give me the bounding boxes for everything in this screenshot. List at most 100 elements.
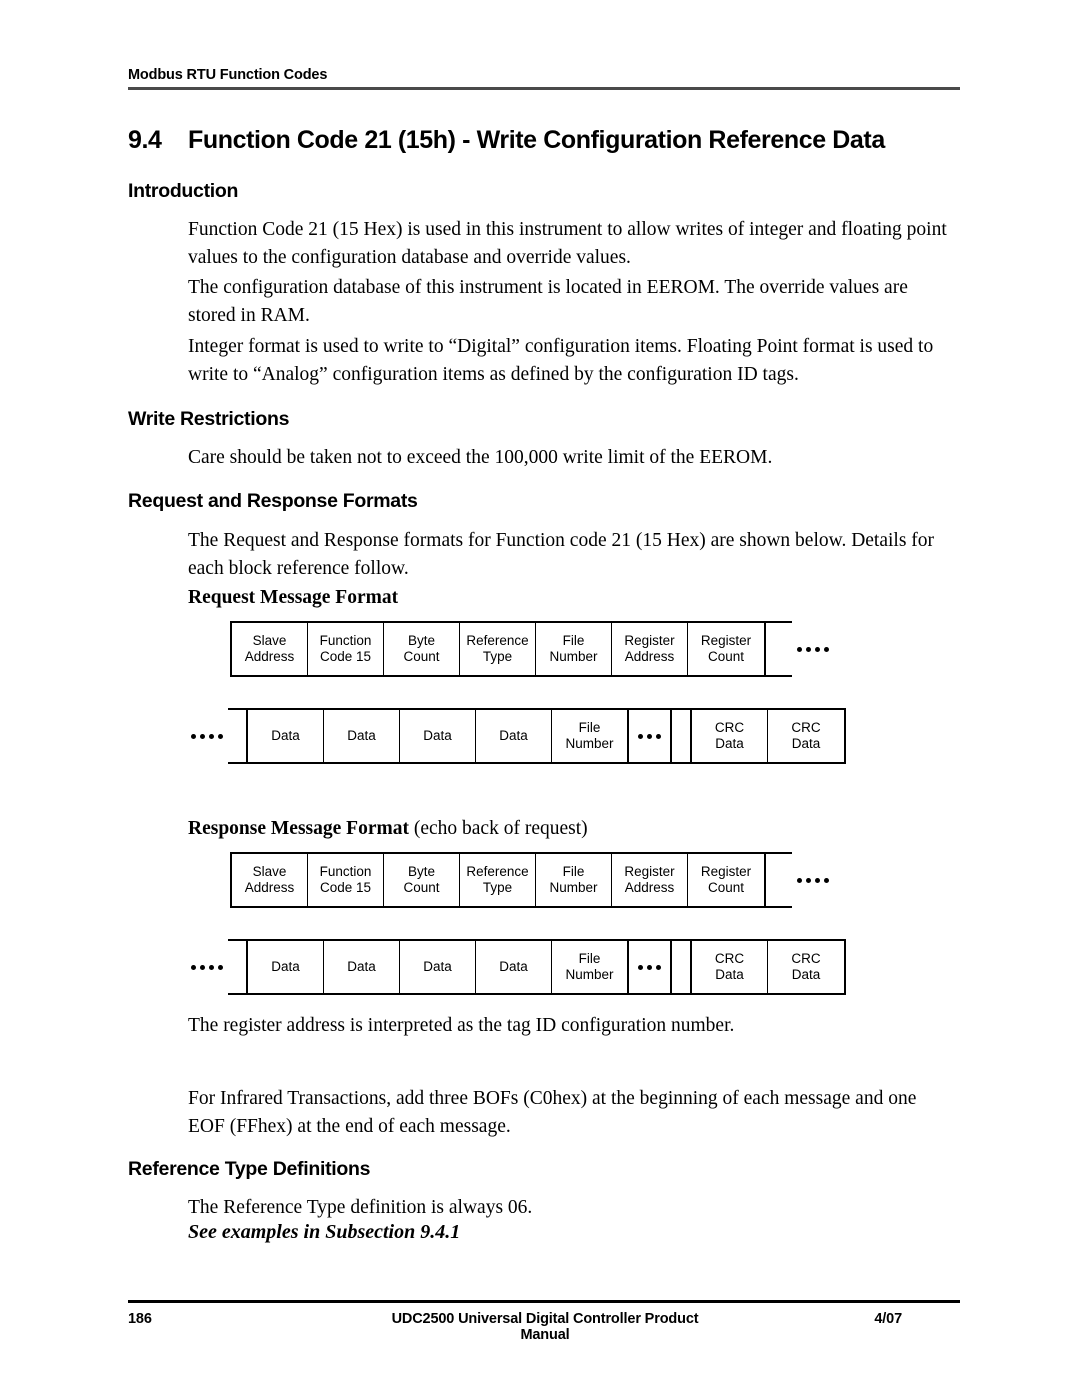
footer-page-number: 186 (128, 1311, 152, 1327)
frame-cell: CRC Data (768, 941, 844, 993)
running-header-title: Modbus RTU Function Codes (128, 67, 328, 83)
frame-cell-line-1: CRC (791, 720, 821, 735)
response-row-2-leading-ellipsis (186, 939, 228, 995)
frame-cell-line-1: File (578, 720, 601, 735)
document-page: Modbus RTU Function Codes 9.4 Function Co… (0, 0, 1080, 1397)
frame-ellipsis-cell (628, 941, 670, 993)
frame-cell: CRC Data (692, 941, 768, 993)
frame-cell: Data (476, 941, 552, 993)
frame-cell-line-1: Reference (466, 864, 529, 879)
frame-cell-line-2: Count (403, 880, 440, 895)
frame-cell-line-2: Count (707, 649, 745, 664)
response-row-1-ellipsis (792, 852, 834, 908)
frame-cell-line-1: Register (700, 864, 752, 879)
frame-cell-line-1: CRC (714, 720, 745, 735)
page-title: 9.4 Function Code 21 (15h) - Write Config… (128, 126, 968, 155)
frame-cell-line-2: Code 15 (319, 880, 372, 895)
frame-cell: File Number (536, 623, 612, 675)
response-row-2-leading-stub (228, 939, 246, 995)
request-row-1-continuation-stub (766, 621, 792, 677)
frame-cell: CRC Data (768, 710, 844, 762)
frame-cell: Data (400, 941, 476, 993)
frame-cell-line-2: Data (791, 967, 821, 982)
frame-cell: Reference Type (460, 854, 536, 906)
frame-cell-line-2: Count (403, 649, 440, 664)
frame-cell: Data (324, 941, 400, 993)
frame-cell: Data (476, 710, 552, 762)
request-frame-row-1: Slave Address Function Code 15 Byte Count Refe… (230, 621, 834, 677)
frame-cell: Reference Type (460, 623, 536, 675)
frame-cell-line-1: Data (423, 959, 452, 974)
section-number: 9.4 (128, 126, 162, 154)
frame-cell-line-2: Code 15 (319, 649, 372, 664)
frame-cell: Register Address (612, 623, 688, 675)
heading-reference-type-definitions: Reference Type Definitions (128, 1158, 371, 1180)
intro-paragraph-2: The configuration database of this instr… (188, 277, 908, 326)
frame-cell-line-1: Byte (407, 633, 435, 648)
frame-cell-line-2: Type (482, 649, 513, 664)
frame-cell-line-1: Data (347, 959, 376, 974)
frame-cell: Register Count (688, 854, 764, 906)
request-frame-row-2: Data Data Data Data File Number CRC Data CRC Dat… (186, 708, 846, 764)
intro-paragraph-1: Function Code 21 (15 Hex) is used in thi… (188, 219, 947, 268)
register-address-note: The register address is interpreted as t… (188, 1015, 735, 1036)
frame-cell: Data (400, 710, 476, 762)
running-header: Modbus RTU Function Codes (128, 66, 960, 90)
frame-cell: Slave Address (232, 854, 308, 906)
subheading-request-message-format: Request Message Format (188, 587, 399, 608)
footer-date: 4/07 (874, 1311, 902, 1327)
frame-cell-line-1: Function (319, 864, 372, 879)
frame-cell-line-1: Function (319, 633, 372, 648)
response-row-1-cells: Slave Address Function Code 15 Byte Count Refe… (230, 852, 766, 908)
frame-cell-line-2: Address (624, 649, 675, 664)
frame-cell: Data (324, 710, 400, 762)
frame-cell-line-1: Register (624, 633, 675, 648)
frame-cell: Register Count (688, 623, 764, 675)
footer-line: 186 UDC2500 Universal Digital Controller… (128, 1311, 960, 1343)
write-restrictions-paragraph-1: Care should be taken not to exceed the 1… (188, 447, 773, 468)
subheading-response-message-format: Response Message Format (echo back of re… (188, 818, 588, 840)
frame-cell-line-2: Number (565, 736, 614, 751)
frame-cell-line-2: Address (624, 880, 675, 895)
page-footer: 186 UDC2500 Universal Digital Controller… (128, 1300, 960, 1343)
request-row-2-leading-ellipsis (186, 708, 228, 764)
response-row-2-mid-stub (672, 939, 690, 995)
frame-cell-line-1: Byte (407, 864, 435, 879)
reference-type-paragraph-1: The Reference Type definition is always … (188, 1197, 533, 1218)
request-row-2-cells: Data Data Data Data File Number (246, 708, 672, 764)
response-row-1-continuation-stub (766, 852, 792, 908)
frame-cell: Byte Count (384, 623, 460, 675)
heading-introduction: Introduction (128, 180, 239, 202)
frame-cell: Data (248, 710, 324, 762)
frame-cell-line-2: Data (791, 736, 821, 751)
frame-cell: Byte Count (384, 854, 460, 906)
infrared-transactions-note: For Infrared Transactions, add three BOF… (188, 1088, 917, 1137)
see-examples-note: See examples in Subsection 9.4.1 (188, 1221, 461, 1243)
frame-cell-line-1: Data (271, 728, 300, 743)
heading-request-response-formats: Request and Response Formats (128, 490, 418, 512)
intro-paragraph-3: Integer format is used to write to “Digi… (188, 336, 934, 385)
frame-cell-line-2: Address (244, 880, 295, 895)
response-subhead-bold: Response Message Format (188, 818, 409, 839)
frame-cell: CRC Data (692, 710, 768, 762)
request-response-paragraph-1: The Request and Response formats for Fun… (188, 530, 935, 579)
frame-cell: Slave Address (232, 623, 308, 675)
response-subhead-normal: (echo back of request) (408, 818, 588, 839)
frame-cell: File Number (552, 941, 628, 993)
frame-cell-line-1: Data (423, 728, 452, 743)
request-row-2-mid-stub (672, 708, 690, 764)
frame-cell-line-1: Slave (252, 864, 287, 879)
frame-cell-line-1: CRC (791, 951, 821, 966)
frame-cell-line-2: Number (549, 649, 598, 664)
response-row-2-cells: Data Data Data Data File Number (246, 939, 672, 995)
response-frame-row-1: Slave Address Function Code 15 Byte Count Refe… (230, 852, 834, 908)
request-row-2-leading-stub (228, 708, 246, 764)
frame-cell-line-1: Register (624, 864, 675, 879)
request-row-1-cells: Slave Address Function Code 15 Byte Count Refe… (230, 621, 766, 677)
frame-cell-line-2: Number (565, 967, 614, 982)
frame-cell-line-2: Type (482, 880, 513, 895)
frame-cell: Data (248, 941, 324, 993)
frame-cell-line-2: Number (549, 880, 598, 895)
frame-cell-line-1: File (562, 864, 585, 879)
response-row-2-crc-cells: CRC Data CRC Data (690, 939, 846, 995)
